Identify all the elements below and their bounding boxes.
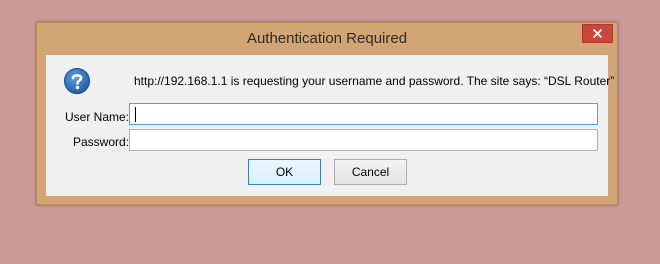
auth-message: http://192.168.1.1 is requesting your us… bbox=[134, 74, 615, 88]
username-label: User Name: bbox=[64, 110, 129, 124]
question-icon bbox=[64, 68, 90, 94]
dialog-titlebar[interactable]: Authentication Required bbox=[37, 23, 617, 54]
close-button[interactable] bbox=[582, 24, 613, 43]
close-icon bbox=[593, 29, 602, 38]
authentication-dialog: Authentication Required http://192.168.1… bbox=[36, 22, 618, 205]
ok-button[interactable]: OK bbox=[248, 159, 321, 185]
password-label: Password: bbox=[72, 135, 129, 149]
password-field[interactable] bbox=[129, 129, 598, 151]
username-field[interactable] bbox=[129, 103, 598, 125]
cancel-button[interactable]: Cancel bbox=[334, 159, 407, 185]
dialog-title: Authentication Required bbox=[246, 30, 408, 47]
text-cursor bbox=[135, 107, 136, 122]
dialog-body: http://192.168.1.1 is requesting your us… bbox=[45, 54, 614, 197]
